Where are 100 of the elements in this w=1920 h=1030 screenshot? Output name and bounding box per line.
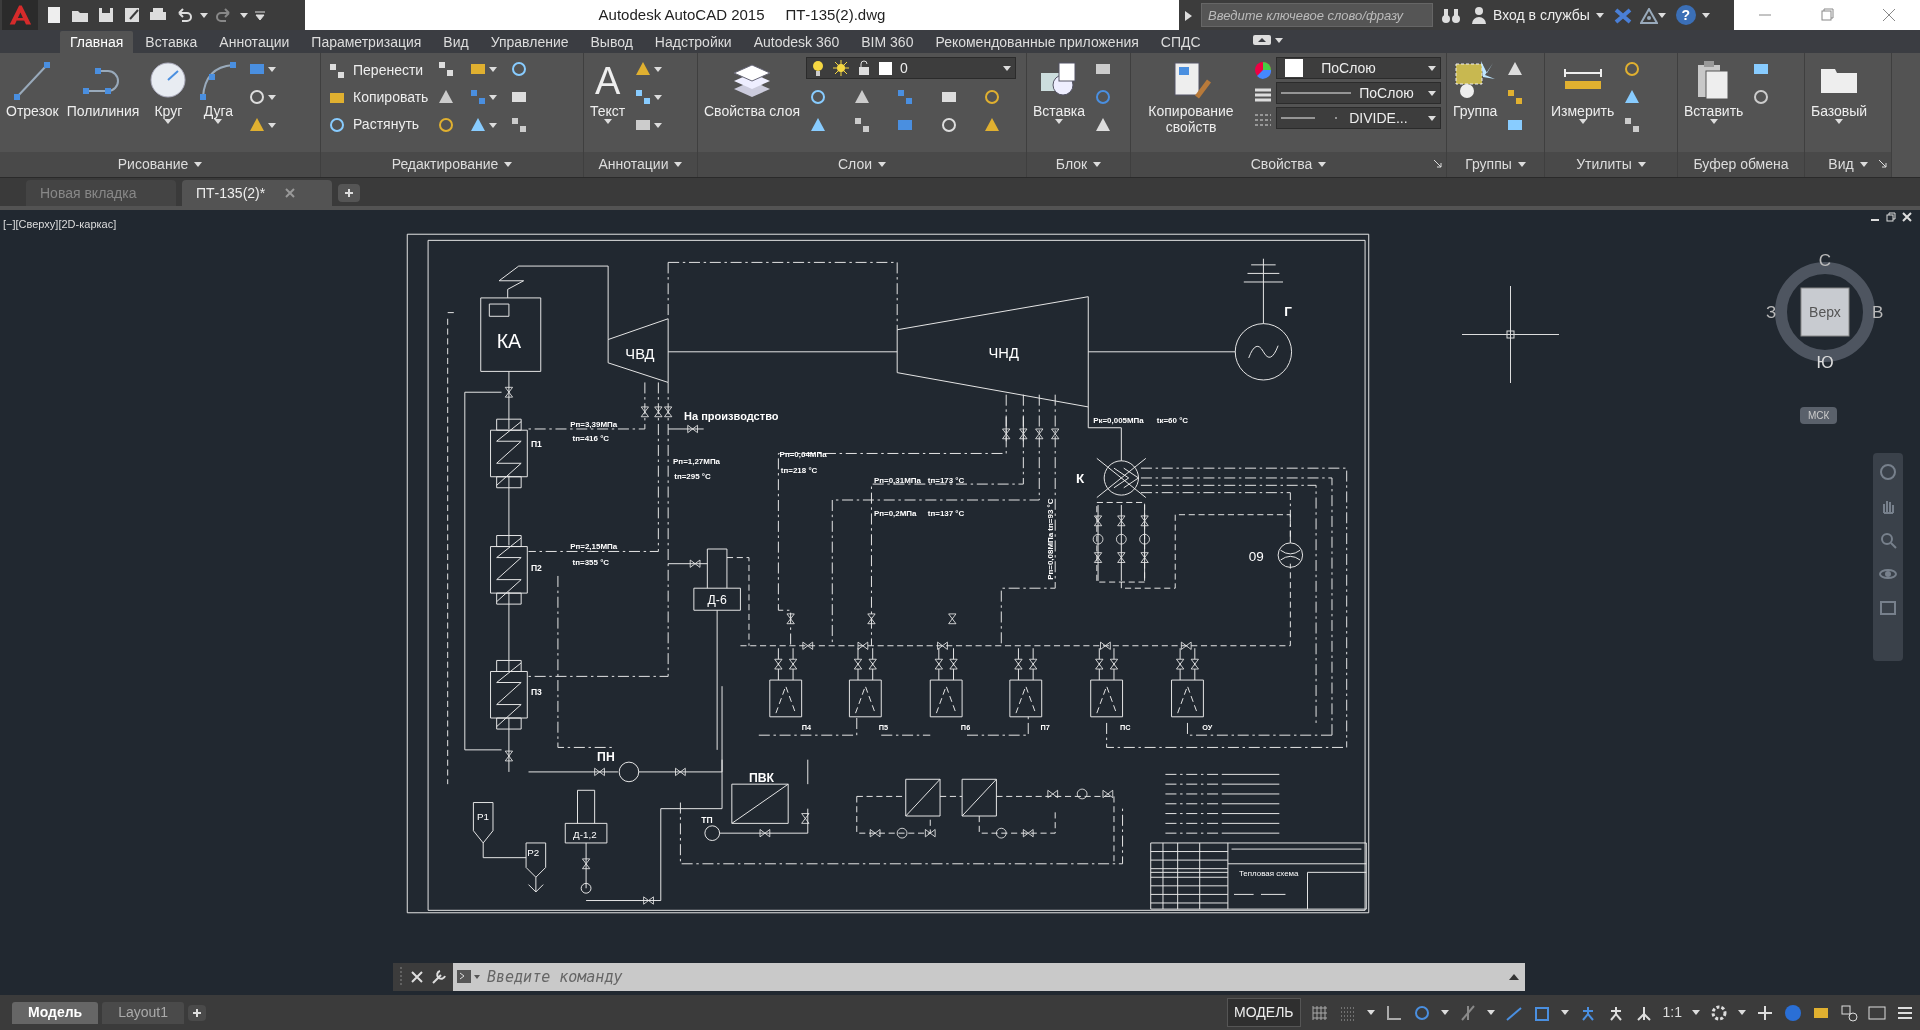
drawing-label: П7 [1040,723,1050,733]
clean-screen-icon[interactable] [1840,1003,1858,1022]
document-tab[interactable]: ПТ-135(2)* [182,180,332,206]
sign-in-button[interactable]: Вход в службы [1469,1,1606,29]
compass-north-label[interactable]: С [1818,251,1832,270]
app-logo-icon [8,3,32,27]
history-caret-icon[interactable] [1509,974,1519,980]
property-dropdown[interactable]: ПоСлою [1276,82,1442,104]
expand-icon[interactable] [1185,10,1193,21]
drawing-label: Pп=1,27МПа [673,457,721,467]
ribbon-tool-button[interactable]: Копирование свойств [1135,57,1247,137]
ribbon-tool-button[interactable]: Измерить [1549,57,1617,126]
text-glyph-icon: A [594,59,621,103]
caret-icon [240,13,248,19]
ribbon-tab[interactable]: Вставка [135,31,208,53]
isolate-icon[interactable] [1784,1003,1802,1022]
dialog-launcher-icon[interactable] [1879,160,1887,169]
gear-icon[interactable] [1710,1003,1728,1022]
polar-icon[interactable] [1412,1003,1431,1022]
caret-icon [674,162,683,168]
ribbon-tool-button[interactable]: Круг [145,57,192,126]
ribbon-tool-button[interactable]: A Текст [588,57,628,126]
ribbon-tab[interactable]: Параметризация [301,31,432,53]
panel-title[interactable]: Слои [837,154,872,176]
ribbon-tool-button[interactable]: Вставка [1031,57,1088,126]
property-dropdown[interactable]: ПоСлою [1276,57,1442,79]
caret-icon [1578,119,1587,124]
zoom-icon[interactable] [1879,531,1897,549]
x-logo-icon[interactable] [1613,7,1632,24]
ortho-icon[interactable] [1384,1003,1403,1022]
model-space-button[interactable]: МОДЕЛЬ [1227,998,1301,1027]
ribbon-tab[interactable]: Управление [480,31,579,53]
ribbon-tool-button[interactable]: Дуга [195,57,242,126]
view-cube-face[interactable] [1800,287,1850,337]
ribbon-toggle-icon[interactable] [1252,34,1283,47]
triangle-icon[interactable] [1639,7,1658,24]
ribbon-tool-button[interactable]: Перенести [325,57,431,84]
panel-title[interactable]: Рисование [117,154,189,176]
compass-east-label[interactable]: В [1872,303,1884,322]
binoculars-icon[interactable] [1441,6,1461,25]
ribbon-tool-button[interactable]: Группа [1451,57,1500,121]
compass-west-label[interactable]: З [1766,303,1777,322]
ribbon-tab[interactable]: Главная [60,31,134,53]
ucs-menu-button[interactable]: МСК [1800,407,1838,424]
layout-tab[interactable]: Модель [12,1001,99,1024]
steering-wheel-icon[interactable] [1879,463,1897,481]
dialog-launcher-icon[interactable] [1434,160,1442,169]
drawing-label: ПН [597,749,615,764]
ribbon-tab[interactable]: BIM 360 [851,31,924,53]
plus-icon[interactable] [188,1004,207,1021]
command-input[interactable]: Введите команду [485,963,1505,991]
ribbon-tool-button[interactable]: Вставить [1682,57,1746,126]
isodraft-icon[interactable] [1458,1003,1477,1022]
ribbon-tool-button[interactable]: Растянуть [325,111,431,138]
ribbon-tab[interactable]: СПДС [1150,31,1211,53]
layer-dropdown[interactable]: 0 [806,57,1017,79]
ribbon-tool-button[interactable]: Свойства слоя [702,57,803,121]
caret-icon [1701,12,1710,18]
app-menu-button[interactable] [2,0,38,30]
plus-icon[interactable] [338,184,360,202]
drawing-label: К [1076,470,1085,486]
caret-icon [1637,162,1646,168]
showmotion-icon[interactable] [1879,599,1897,617]
plus-icon[interactable] [1756,1003,1774,1022]
ribbon-tab[interactable]: Рекомендованные приложения [925,31,1149,53]
layout-tab[interactable]: Layout1 [102,1001,185,1024]
panel-title[interactable]: Свойства [1250,154,1313,176]
lightbulb-icon [811,59,826,77]
ribbon-tab[interactable]: Надстройки [644,31,742,53]
drawing-label: Р1 [477,810,490,822]
caret-icon [1318,162,1327,168]
drawing-label: Тепловая схема [1238,869,1299,879]
ribbon-tab[interactable]: Аннотации [209,31,300,53]
drawing-label: На производство [684,410,779,423]
drawing-label: Pк=0,005МПа [1093,415,1144,425]
command-prompt-icon[interactable] [457,969,481,985]
viewport-label[interactable]: [−][Сверху][2D-каркас] [3,216,117,233]
ribbon-tool-button[interactable]: Отрезок [4,57,61,121]
search-field[interactable]: Введите ключевое слово/фразу [1201,3,1433,27]
customize-toolbar-icon[interactable] [254,9,266,22]
ribbon-tab[interactable]: Autodesk 360 [743,31,850,53]
caret-icon [1560,1010,1569,1015]
drawing-label: Д-1,2 [573,829,597,841]
color-swatch [1285,59,1304,77]
fullscreen-icon[interactable] [1868,1003,1886,1022]
compass-south-label[interactable]: Ю [1816,353,1834,372]
help-button[interactable]: ? [1673,2,1712,28]
grid-icon[interactable] [1310,1003,1329,1022]
wrench-icon[interactable] [431,969,447,985]
ribbon-tab[interactable]: Вид [433,31,479,53]
grip-icon[interactable] [399,967,403,987]
ribbon-tab[interactable]: Вывод [580,31,643,53]
drawing-label: ЧВД [625,346,655,363]
restore-icon[interactable] [1886,212,1896,222]
drawing-label: П3 [530,686,542,697]
ribbon-tool-button[interactable]: Базовый [1809,57,1870,126]
annotation-scale[interactable]: 1:1 [1662,1002,1682,1023]
ribbon-tool-button[interactable]: Полилиния [64,57,142,121]
ribbon-tool-button[interactable]: Копировать [325,84,431,111]
property-dropdown[interactable]: DIVIDE... [1276,107,1442,129]
